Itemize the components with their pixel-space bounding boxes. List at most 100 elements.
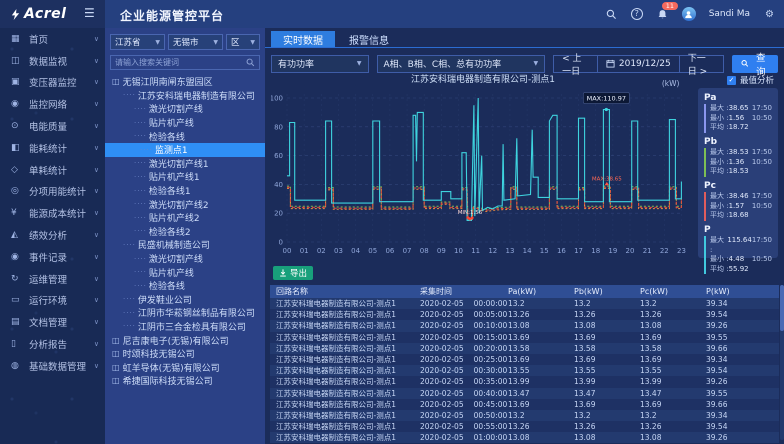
table-row[interactable]: 江苏安科瑞电器制造有限公司-测点12020-02-0500:15:0013.69… xyxy=(270,332,779,343)
sidebar-item-7[interactable]: ◇单耗统计∨ xyxy=(0,159,105,181)
scrollbar-thumb[interactable] xyxy=(780,285,784,331)
table-row[interactable]: 江苏安科瑞电器制造有限公司-测点12020-02-0501:00:0013.08… xyxy=(270,432,779,443)
table-row[interactable]: 江苏安科瑞电器制造有限公司-测点12020-02-0500:35:0013.99… xyxy=(270,376,779,387)
tree-node[interactable]: ◫虹羊导体(无锡)有限公司 xyxy=(110,360,260,374)
cell-clock: 00:25:00 xyxy=(474,355,508,364)
table-row[interactable]: 江苏安科瑞电器制造有限公司-测点12020-02-0500:45:0013.69… xyxy=(270,399,779,410)
table-row[interactable]: 江苏安科瑞电器制造有限公司-测点12020-02-0500:20:0013.58… xyxy=(270,343,779,354)
tree-node[interactable]: ◫尼吉康电子(无锡)有限公司 xyxy=(110,333,260,347)
acrel-logo-icon xyxy=(10,9,21,20)
tree-node[interactable]: ····贴片机产线 xyxy=(110,265,260,279)
search-icon[interactable] xyxy=(605,8,618,21)
sidebar-item-15[interactable]: ▯分析报告∨ xyxy=(0,333,105,355)
sidebar-item-12[interactable]: ↻运维管理∨ xyxy=(0,268,105,290)
home-icon: ▦ xyxy=(11,34,24,44)
search-icon xyxy=(741,59,749,68)
cell-clock: 00:20:00 xyxy=(474,344,508,353)
help-icon[interactable]: ? xyxy=(631,8,643,20)
chevron-down-icon: ∨ xyxy=(94,35,99,43)
cell-clock: 00:10:00 xyxy=(474,321,508,330)
x-tick-label: 15 xyxy=(540,247,549,255)
tree-node[interactable]: ····江阴市华菘钢丝制品有限公司 xyxy=(110,306,260,320)
tree-connector: ···· xyxy=(134,187,147,195)
tree-node[interactable]: ····江苏安科瑞电器制造有限公司 xyxy=(110,89,260,103)
cell-time: 2020-02-0500:45:00 xyxy=(420,400,508,409)
sidebar-item-5[interactable]: ⊙电能质量∨ xyxy=(0,115,105,137)
tree-node[interactable]: ····激光切割产线 xyxy=(110,252,260,266)
sidebar-item-13[interactable]: ▭运行环境∨ xyxy=(0,290,105,312)
export-button[interactable]: 导出 xyxy=(273,266,313,280)
sidebar-item-10[interactable]: ◭绩效分析∨ xyxy=(0,224,105,246)
sidebar-item-11[interactable]: ◉事件记录∨ xyxy=(0,246,105,268)
table-row[interactable]: 江苏安科瑞电器制造有限公司-测点12020-02-0500:00:0013.21… xyxy=(270,298,779,309)
table-row[interactable]: 江苏安科瑞电器制造有限公司-测点12020-02-0500:25:0013.69… xyxy=(270,354,779,365)
district-select[interactable]: 区▼ xyxy=(226,34,260,50)
cell-time: 2020-02-0500:05:00 xyxy=(420,310,508,319)
sidebar-item-9[interactable]: ¥能源成本统计∨ xyxy=(0,202,105,224)
tree-node[interactable]: ····激光切割产线2 xyxy=(110,197,260,211)
tree-node[interactable]: ····贴片机产线 xyxy=(110,116,260,130)
table-row[interactable]: 江苏安科瑞电器制造有限公司-测点12020-02-0500:05:0013.26… xyxy=(270,309,779,320)
tree-node[interactable]: ····监测点1 xyxy=(105,143,265,157)
tree-node[interactable]: ◫时颂科技无锡公司 xyxy=(110,347,260,361)
tree-node[interactable]: ····检验各线 xyxy=(110,129,260,143)
cell-circuit-name: 江苏安科瑞电器制造有限公司-测点1 xyxy=(270,332,420,343)
cell-clock: 00:55:00 xyxy=(474,422,508,431)
city-select[interactable]: 无锡市▼ xyxy=(168,34,223,50)
stat-time: 17:50 xyxy=(752,192,772,202)
user-name[interactable]: Sandi Ma xyxy=(709,9,750,19)
stat-name: Pb xyxy=(704,137,772,147)
sidebar-item-16[interactable]: ◍基础数据管理∨ xyxy=(0,355,105,377)
x-tick-label: 11 xyxy=(471,247,480,255)
table-row[interactable]: 江苏安科瑞电器制造有限公司-测点12020-02-0500:40:0013.47… xyxy=(270,388,779,399)
table-row[interactable]: 江苏安科瑞电器制造有限公司-测点12020-02-0500:55:0013.26… xyxy=(270,421,779,432)
tree-node[interactable]: ····检验各线2 xyxy=(110,225,260,239)
cell-circuit-name: 江苏安科瑞电器制造有限公司-测点1 xyxy=(270,354,420,365)
tree-node[interactable]: ····贴片机产线2 xyxy=(110,211,260,225)
metric-select[interactable]: 有功功率▼ xyxy=(271,55,369,73)
notifications-bell-icon[interactable]: 11 xyxy=(656,8,669,21)
chevron-down-icon: ▼ xyxy=(250,39,255,46)
tree-node[interactable]: ····检验各线 xyxy=(110,279,260,293)
next-day-button[interactable]: 下一日 > xyxy=(679,56,723,72)
province-select[interactable]: 江苏省▼ xyxy=(110,34,165,50)
cell-clock: 01:00:00 xyxy=(474,433,508,442)
avatar[interactable] xyxy=(682,7,696,21)
tree-node[interactable]: ····贴片机产线1 xyxy=(110,170,260,184)
tree-node[interactable]: ◫希捷国际科技无锡公司 xyxy=(110,374,260,388)
tree-node[interactable]: ····检验各线1 xyxy=(110,184,260,198)
date-picker[interactable]: 2019/12/25 xyxy=(597,56,679,72)
main-content: 实时数据 报警信息 有功功率▼ A相、B相、C相、总有功功率▼ < 上一日 20… xyxy=(265,28,784,444)
sidebar-item-14[interactable]: ▤文档管理∨ xyxy=(0,311,105,333)
cell-pc: 13.08 xyxy=(640,321,706,330)
sidebar-item-4[interactable]: ◉监控网络∨ xyxy=(0,93,105,115)
phase-select[interactable]: A相、B相、C相、总有功功率▼ xyxy=(377,55,546,73)
hamburger-menu-icon[interactable]: ☰ xyxy=(84,6,95,20)
tree-node[interactable]: ◫无锡江阴南闸东盟园区 xyxy=(110,75,260,89)
sidebar-item-8[interactable]: ◎分项用能统计∨ xyxy=(0,181,105,203)
table-row[interactable]: 江苏安科瑞电器制造有限公司-测点12020-02-0500:50:0013.21… xyxy=(270,410,779,421)
table-row[interactable]: 江苏安科瑞电器制造有限公司-测点12020-02-0500:10:0013.08… xyxy=(270,320,779,331)
tree-node[interactable]: ····激光切割产线1 xyxy=(110,157,260,171)
tab-realtime-data[interactable]: 实时数据 xyxy=(271,31,335,47)
tree-node[interactable]: ····伊发鞋业公司 xyxy=(110,293,260,307)
table-row[interactable]: 江苏安科瑞电器制造有限公司-测点12020-02-0500:30:0013.55… xyxy=(270,365,779,376)
sidebar-item-3[interactable]: ▣变压器监控∨ xyxy=(0,72,105,94)
search-icon[interactable] xyxy=(246,58,255,67)
tree-search-input[interactable] xyxy=(115,58,246,67)
max-analysis-toggle[interactable]: ✓ 最值分析 xyxy=(727,74,774,86)
stat-row: 平均 : 18.68 xyxy=(710,211,772,221)
settings-gear-icon[interactable]: ⚙ xyxy=(763,8,776,21)
query-button[interactable]: 查询 xyxy=(732,55,778,73)
tab-alarm-info[interactable]: 报警信息 xyxy=(337,31,401,47)
prev-day-button[interactable]: < 上一日 xyxy=(554,56,597,72)
sidebar-item-1[interactable]: ▦首页∨ xyxy=(0,28,105,50)
table-scrollbar[interactable] xyxy=(780,285,784,440)
tree-node[interactable]: ····江阴市三合金检具有限公司 xyxy=(110,320,260,334)
power-line-chart[interactable]: 0204060801000001020304050607080910111213… xyxy=(271,74,695,264)
tree-node[interactable]: ····激光切割产线 xyxy=(110,102,260,116)
sidebar-item-6[interactable]: ◧能耗统计∨ xyxy=(0,137,105,159)
sidebar-item-2[interactable]: ◫数据监视∨ xyxy=(0,50,105,72)
stat-row: 最小 : 1.5610:50 xyxy=(710,114,772,124)
tree-node[interactable]: ····民盛机械制造公司 xyxy=(110,238,260,252)
